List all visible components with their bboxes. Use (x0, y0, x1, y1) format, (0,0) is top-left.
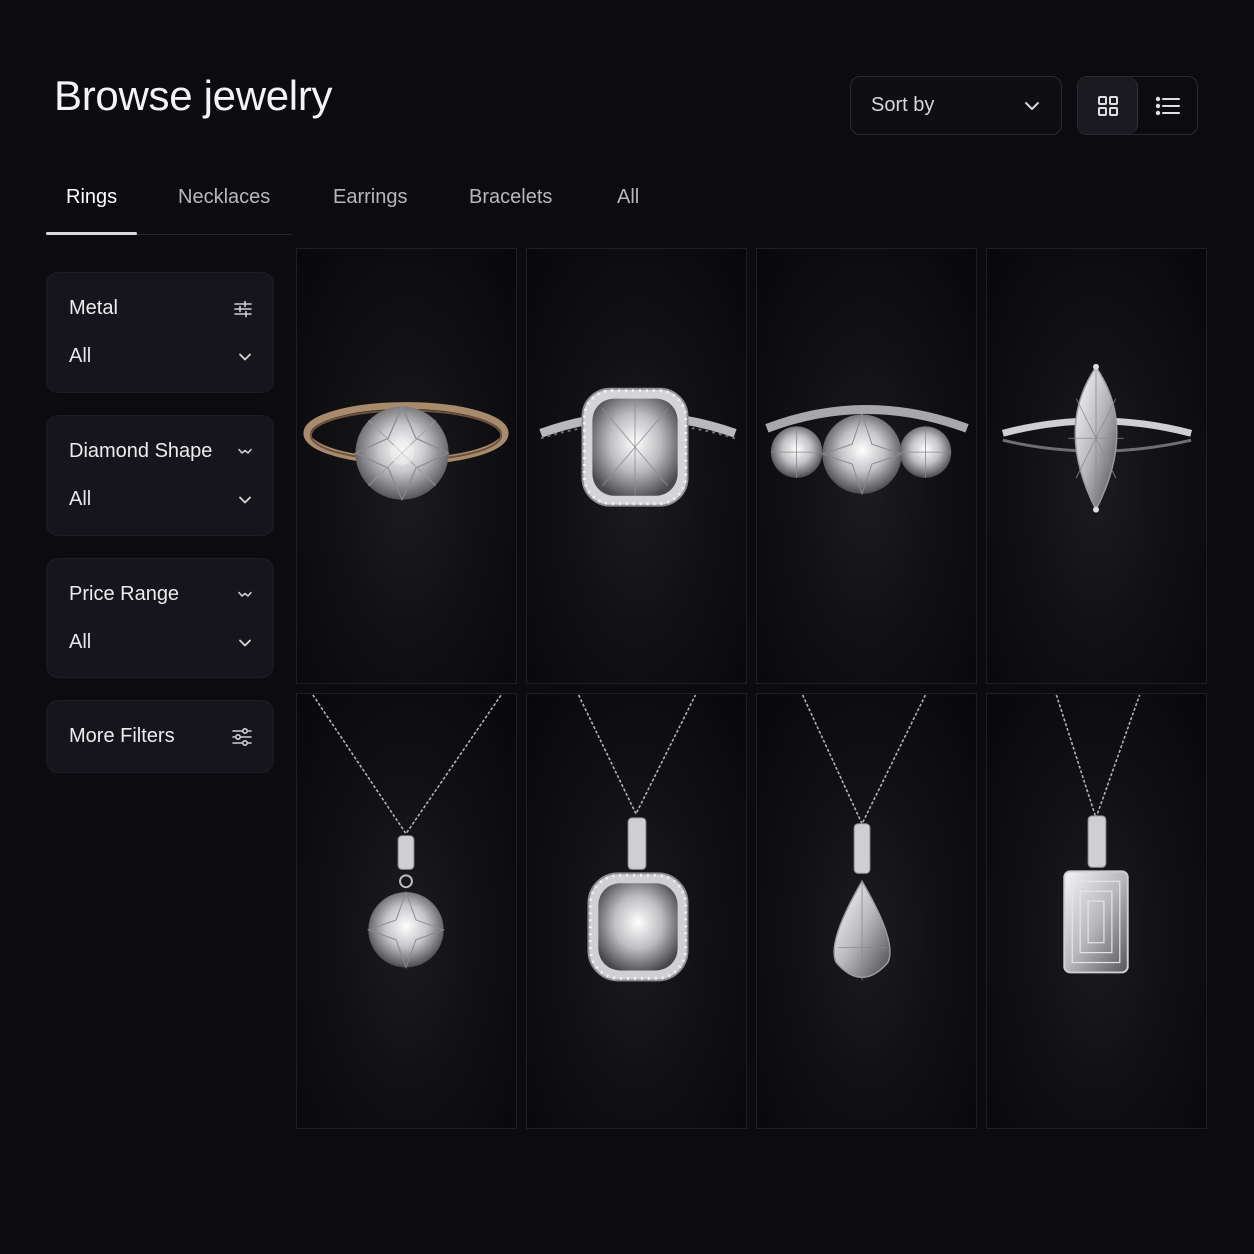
tab-bracelets[interactable]: Bracelets (469, 186, 552, 209)
grid-view-icon (1096, 94, 1120, 118)
product-card[interactable] (986, 693, 1207, 1129)
product-card[interactable] (526, 248, 747, 684)
sort-label: Sort by (871, 94, 935, 116)
chevron-down-icon (237, 349, 253, 365)
necklace-image (801, 694, 927, 981)
list-view-icon (1155, 94, 1181, 118)
filter-price-range-label: Price Range (69, 583, 180, 605)
filter-metal-select[interactable]: All (69, 345, 253, 368)
ring-image (1001, 363, 1193, 513)
view-toggle (1077, 76, 1198, 135)
chevron-down-icon[interactable] (237, 588, 253, 602)
chevron-down-icon (237, 492, 253, 508)
page-title: Browse jewelry (54, 72, 333, 119)
tab-earrings[interactable]: Earrings (333, 186, 407, 209)
filter-price-range-value: All (69, 631, 92, 653)
filter-diamond-shape-label: Diamond Shape (69, 440, 213, 462)
sort-dropdown[interactable]: Sort by (850, 76, 1062, 135)
product-card[interactable] (296, 248, 517, 684)
necklace-image (312, 694, 502, 969)
ring-image (539, 387, 737, 507)
filter-diamond-shape: Diamond Shape All (46, 415, 274, 536)
tab-all[interactable]: All (617, 186, 639, 209)
tab-necklaces[interactable]: Necklaces (178, 186, 270, 209)
filter-metal: Metal All (46, 272, 274, 393)
active-tab-indicator (46, 232, 137, 235)
ring-image (765, 405, 969, 496)
filter-metal-value: All (69, 345, 92, 367)
filter-price-range-select[interactable]: All (69, 631, 253, 654)
filter-diamond-shape-select[interactable]: All (69, 488, 253, 511)
necklace-image (1055, 694, 1141, 974)
chevron-down-icon (1023, 97, 1041, 115)
sliders-icon[interactable] (233, 300, 253, 318)
chevron-down-icon[interactable] (237, 445, 253, 459)
list-view-button[interactable] (1138, 77, 1197, 134)
product-card[interactable] (756, 248, 977, 684)
filter-diamond-shape-value: All (69, 488, 92, 510)
ring-image (303, 402, 509, 502)
more-filters-label: More Filters (69, 725, 175, 747)
filter-price-range: Price Range All (46, 558, 274, 678)
product-grid (296, 248, 1207, 1129)
product-card[interactable] (986, 248, 1207, 684)
grid-view-button[interactable] (1078, 77, 1138, 134)
product-card[interactable] (756, 693, 977, 1129)
tab-rings[interactable]: Rings (66, 186, 117, 209)
necklace-image (577, 694, 697, 982)
sliders-icon (231, 727, 253, 747)
product-card[interactable] (296, 693, 517, 1129)
more-filters-button[interactable]: More Filters (46, 700, 274, 773)
product-card[interactable] (526, 693, 747, 1129)
chevron-down-icon (237, 635, 253, 651)
filter-metal-label: Metal (69, 297, 118, 319)
